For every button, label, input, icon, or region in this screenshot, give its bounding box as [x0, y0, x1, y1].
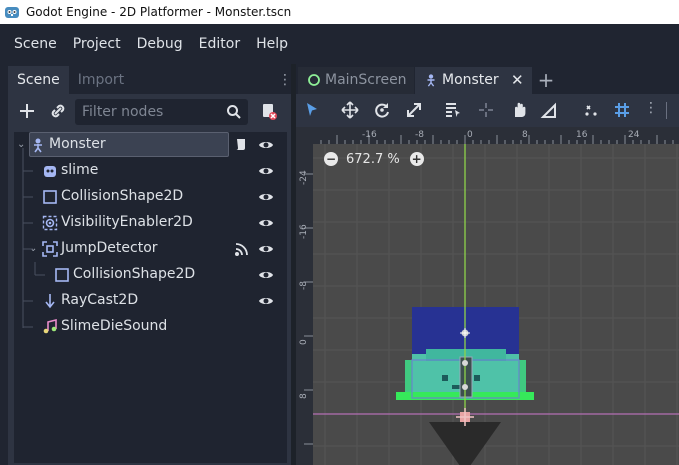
- dock-tabs: Scene Import: [8, 66, 133, 94]
- grid-snap-icon[interactable]: [612, 100, 632, 120]
- ruler-label: 8: [299, 393, 309, 399]
- visibility-eye-icon[interactable]: [258, 163, 274, 179]
- ruler-label: -8: [299, 281, 309, 290]
- ruler-label: 0: [467, 130, 473, 140]
- scene-dock: Scene Import ⋮ Filter nodes ⌄ Monster sl…: [0, 64, 292, 465]
- godot-icon: [5, 7, 19, 18]
- raycast-arrow: [429, 422, 501, 465]
- scene-toolbar: [8, 94, 291, 128]
- ruler-label: -8: [415, 130, 424, 140]
- visibility-eye-icon[interactable]: [258, 241, 274, 257]
- script-icon[interactable]: [233, 137, 249, 153]
- ruler-label: -24: [299, 170, 309, 185]
- visibility-eye-icon[interactable]: [258, 293, 274, 309]
- ruler-label: -16: [299, 224, 309, 239]
- close-icon[interactable]: ✕: [511, 67, 524, 94]
- instance-scene-button[interactable]: [47, 100, 69, 122]
- visibility-eye-icon[interactable]: [258, 137, 274, 153]
- zoom-out-button[interactable]: −: [324, 152, 338, 166]
- move-tool-icon[interactable]: [340, 100, 360, 120]
- node-label: JumpDetector: [61, 240, 158, 256]
- visibility-eye-icon[interactable]: [258, 267, 274, 283]
- window-title: Godot Engine - 2D Platformer - Monster.t…: [26, 5, 292, 19]
- canvas-viewport[interactable]: -16 -8 0 8 16 24 -24 -16 -8 0 8 − 672.7 …: [296, 127, 679, 465]
- search-icon: [227, 105, 241, 119]
- scale-tool-icon[interactable]: [404, 100, 424, 120]
- ruler-label: 16: [576, 130, 588, 140]
- menu-project[interactable]: Project: [65, 24, 129, 64]
- visibility-eye-icon[interactable]: [258, 189, 274, 205]
- tab-label: MainScreen: [325, 72, 407, 88]
- scene-tree: ⌄ Monster slime CollisionShape2D Visibil…: [14, 132, 287, 463]
- ruler-label: 24: [628, 130, 640, 140]
- smart-snap-icon[interactable]: [581, 100, 601, 120]
- plus-icon: [20, 104, 34, 118]
- tab-import[interactable]: Import: [69, 66, 133, 94]
- tab-monster[interactable]: Monster ✕: [415, 67, 532, 94]
- menu-debug[interactable]: Debug: [129, 24, 191, 64]
- node-label: VisibilityEnabler2D: [61, 214, 193, 230]
- pan-tool-icon[interactable]: [509, 100, 529, 120]
- menu-scene[interactable]: Scene: [6, 24, 65, 64]
- canvas-toolbar: ⋮: [296, 94, 679, 127]
- ruler-tool-icon[interactable]: [540, 100, 560, 120]
- node-label: CollisionShape2D: [61, 188, 184, 204]
- more-options-icon[interactable]: ⋮: [644, 100, 658, 120]
- remote-script-button[interactable]: [258, 100, 280, 122]
- list-select-icon[interactable]: [443, 100, 463, 120]
- select-tool-icon[interactable]: [302, 100, 322, 120]
- scene-dock-body: ⌄ Monster slime: [8, 94, 291, 465]
- ruler-label: 0: [299, 339, 309, 345]
- toolbar-divider: [666, 102, 667, 119]
- node-label: CollisionShape2D: [73, 266, 196, 282]
- filter-nodes-input[interactable]: [75, 99, 225, 125]
- main-editor: MainScreen Monster ✕ + ⋮ -16 -8 0 8 16 2…: [296, 64, 679, 465]
- tab-scene[interactable]: Scene: [8, 66, 69, 94]
- scene-circle-icon: [308, 74, 320, 86]
- dock-options-icon[interactable]: ⋮: [278, 72, 292, 88]
- zoom-in-button[interactable]: +: [409, 152, 424, 166]
- window-titlebar: Godot Engine - 2D Platformer - Monster.t…: [0, 0, 679, 24]
- menu-help[interactable]: Help: [248, 24, 296, 64]
- visibility-eye-icon[interactable]: [258, 215, 274, 231]
- ruler-label: 8: [522, 130, 528, 140]
- canvas-drawing: -16 -8 0 8 16 24 -24 -16 -8 0 8: [296, 127, 679, 465]
- menu-bar: Scene Project Debug Editor Help: [0, 24, 679, 64]
- left-ruler: [296, 144, 313, 465]
- pivot-tool-icon[interactable]: [476, 100, 496, 120]
- link-icon: [51, 104, 65, 118]
- kinematic-body-icon: [427, 74, 435, 87]
- menu-editor[interactable]: Editor: [191, 24, 248, 64]
- filter-nodes-field: [75, 99, 248, 125]
- signal-icon[interactable]: [234, 241, 250, 257]
- add-node-button[interactable]: [16, 100, 38, 122]
- scene-tabs: MainScreen Monster ✕ +: [296, 64, 679, 94]
- add-tab-button[interactable]: +: [537, 67, 555, 93]
- node-label: SlimeDieSound: [61, 318, 168, 334]
- tree-guides: [22, 148, 45, 328]
- ruler-label: -16: [362, 130, 377, 140]
- script-remove-icon: [263, 104, 277, 120]
- zoom-controls: − 672.7 % +: [324, 149, 424, 169]
- zoom-level[interactable]: 672.7 %: [346, 152, 400, 167]
- tab-label: Monster: [442, 72, 499, 88]
- rotate-tool-icon[interactable]: [372, 100, 392, 120]
- tab-mainscreen[interactable]: MainScreen: [298, 67, 414, 94]
